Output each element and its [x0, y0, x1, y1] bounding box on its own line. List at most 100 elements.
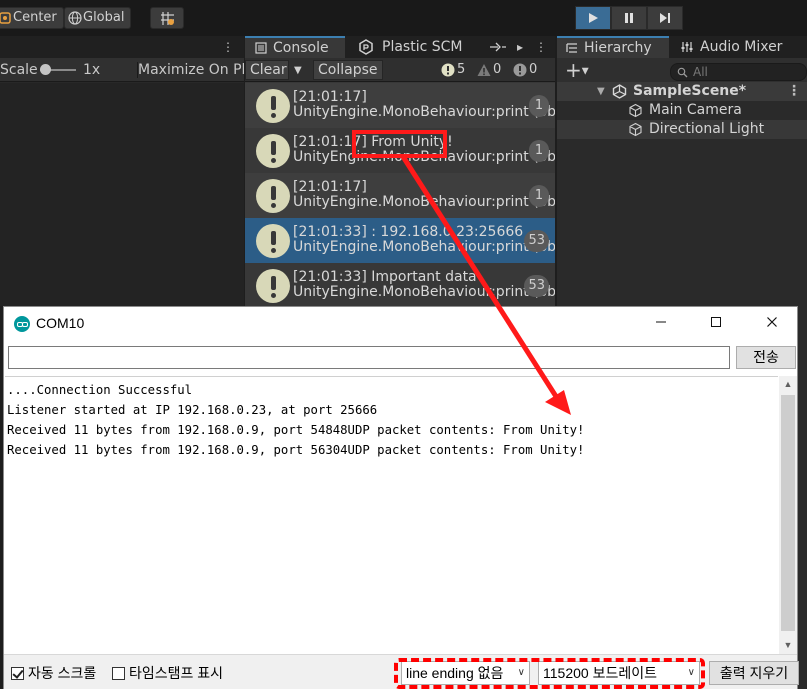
hierarchy-item-label: Directional Light: [649, 121, 765, 137]
maximize-on-play-button[interactable]: Maximize On Pla: [137, 62, 244, 78]
minimize-button[interactable]: [638, 307, 684, 341]
close-button[interactable]: [749, 307, 795, 341]
scroll-up-arrow-icon[interactable]: ▲: [779, 376, 797, 393]
close-icon: [767, 317, 777, 327]
scene-menu-icon[interactable]: ⋮: [787, 82, 801, 101]
scroll-down-arrow-icon[interactable]: ▼: [779, 637, 797, 654]
play-button[interactable]: [575, 6, 611, 30]
step-button[interactable]: [647, 6, 683, 30]
scene-foldout-chevron-icon[interactable]: ▼: [597, 82, 605, 101]
scale-value: 1x: [83, 62, 101, 78]
log-entry[interactable]: [21:01:33] Important data UnityEngine.Mo…: [245, 263, 555, 308]
panel-menu-icon[interactable]: ⋮: [222, 40, 234, 54]
log-info-icon: [256, 179, 290, 213]
log-entry-stacktrace: UnityEngine.MonoBehaviour:print (object): [293, 239, 555, 255]
timestamp-checkbox-box[interactable]: [112, 667, 125, 680]
tab-scroll-right-icon[interactable]: ▸: [515, 40, 525, 54]
serial-bottom-bar: 자동 스크롤 타임스탬프 표시 line ending 없음 ∨ 115200 …: [4, 654, 799, 689]
autoscroll-checkbox-box[interactable]: [11, 667, 24, 680]
tab-audio-mixer[interactable]: Audio Mixer: [677, 36, 787, 58]
scrollbar-thumb[interactable]: [781, 395, 795, 631]
game-view-controls: Scale 1x Maximize On Pla: [0, 58, 244, 82]
log-info-icon: [256, 224, 290, 258]
log-entry[interactable]: [21:01:17] From Unity! UnityEngine.MonoB…: [245, 128, 555, 173]
serial-output-line: ....Connection Successful: [7, 383, 193, 397]
serial-output-scrollbar[interactable]: ▲ ▼: [779, 376, 797, 654]
pivot-center-icon: [0, 12, 11, 24]
log-entry-count-badge: 53: [524, 230, 549, 252]
grid-snap-icon: [161, 12, 174, 25]
maximize-button[interactable]: [693, 307, 739, 341]
clear-label: Clear: [250, 62, 287, 78]
console-panel: Console Plastic SCM ▸ ⋮ Clear ▼ Collapse…: [245, 36, 555, 308]
log-entry[interactable]: [21:01:17] UnityEngine.MonoBehaviour:pri…: [245, 173, 555, 218]
serial-send-input[interactable]: [8, 346, 730, 369]
hierarchy-scene-row[interactable]: ▼ SampleScene* ⋮: [557, 82, 807, 101]
scale-label: Scale: [0, 62, 38, 78]
serial-output[interactable]: ....Connection Successful Listener starte…: [5, 376, 778, 654]
warning-icon: [477, 64, 491, 76]
hierarchy-item-label: Main Camera: [649, 102, 742, 118]
create-object-chevron-icon: ▼: [581, 66, 589, 77]
global-toggle-button[interactable]: Global: [64, 7, 132, 29]
unity-background-strip: [797, 306, 807, 689]
send-button[interactable]: 전송: [736, 346, 796, 369]
info-count-toggle[interactable]: 5: [439, 61, 465, 79]
log-info-icon: [256, 134, 290, 168]
log-entry-message: [21:01:17]: [293, 89, 367, 105]
pivot-toggle-button[interactable]: Center: [0, 7, 64, 29]
hierarchy-item-directional-light[interactable]: Directional Light: [557, 120, 807, 139]
unity-toolbar: Center Global: [0, 0, 807, 36]
tab-console[interactable]: Console: [245, 36, 345, 58]
hierarchy-toolbar: +▼ All: [557, 58, 807, 84]
autoscroll-checkbox[interactable]: 자동 스크롤: [11, 666, 96, 681]
timestamp-label: 타임스탬프 표시: [129, 665, 224, 681]
pivot-label: Center: [13, 10, 57, 25]
tab-hierarchy-label: Hierarchy: [584, 40, 652, 56]
window-titlebar[interactable]: COM10: [4, 307, 797, 341]
log-entry-count-badge: 1: [529, 185, 549, 207]
console-log-list: [21:01:17] UnityEngine.MonoBehaviour:pri…: [245, 83, 555, 308]
log-entry[interactable]: [21:01:17] UnityEngine.MonoBehaviour:pri…: [245, 83, 555, 128]
console-menu-icon[interactable]: ⋮: [535, 40, 547, 54]
clear-options-chevron-icon[interactable]: ▼: [294, 61, 302, 80]
scale-slider-knob[interactable]: [40, 64, 51, 75]
pause-button[interactable]: [611, 6, 647, 30]
serial-output-line: Listener started at IP 192.168.0.23, at …: [7, 403, 378, 417]
gameobject-cube-icon: [629, 103, 642, 118]
log-entry-selected[interactable]: [21:01:33] : 192.168.0.23:25666 UnityEng…: [245, 218, 555, 263]
gameobject-cube-icon: [629, 122, 642, 137]
info-icon: [441, 63, 455, 77]
split-icon: [490, 42, 506, 52]
warning-count: 0: [493, 62, 502, 77]
search-icon: [677, 67, 688, 78]
game-view-viewport: [0, 83, 244, 306]
hierarchy-icon: [566, 43, 577, 53]
hierarchy-search-input[interactable]: All: [670, 63, 807, 81]
console-icon: [255, 42, 267, 54]
info-count: 5: [457, 62, 466, 77]
collapse-button[interactable]: Collapse: [313, 60, 383, 80]
play-icon: [589, 13, 598, 23]
clear-output-button[interactable]: 출력 지우기: [709, 661, 799, 685]
error-count-toggle[interactable]: 0: [511, 61, 537, 79]
tab-plastic-scm[interactable]: Plastic SCM: [357, 36, 477, 58]
scene-name: SampleScene*: [633, 83, 747, 99]
log-entry-stacktrace: UnityEngine.MonoBehaviour:print (object): [293, 284, 555, 300]
pause-icon: [625, 13, 633, 23]
log-entry-stacktrace: UnityEngine.MonoBehaviour:print (object): [293, 104, 555, 120]
game-view-tabbar: ⋮: [0, 36, 244, 58]
tab-hierarchy[interactable]: Hierarchy: [557, 36, 669, 58]
grid-snap-button[interactable]: [150, 7, 184, 29]
clear-button[interactable]: Clear ▼: [245, 60, 302, 80]
annotation-dashed-highlight: [394, 658, 705, 689]
log-info-icon: [256, 89, 290, 123]
error-count: 0: [529, 62, 538, 77]
step-icon: [660, 13, 670, 23]
game-view-panel: ⋮ Scale 1x Maximize On Pla: [0, 36, 244, 306]
hierarchy-item-main-camera[interactable]: Main Camera: [557, 101, 807, 120]
timestamp-checkbox[interactable]: 타임스탬프 표시: [112, 666, 223, 681]
maximize-icon: [711, 317, 721, 327]
create-object-button[interactable]: +▼: [565, 59, 589, 83]
warning-count-toggle[interactable]: 0: [475, 61, 501, 79]
